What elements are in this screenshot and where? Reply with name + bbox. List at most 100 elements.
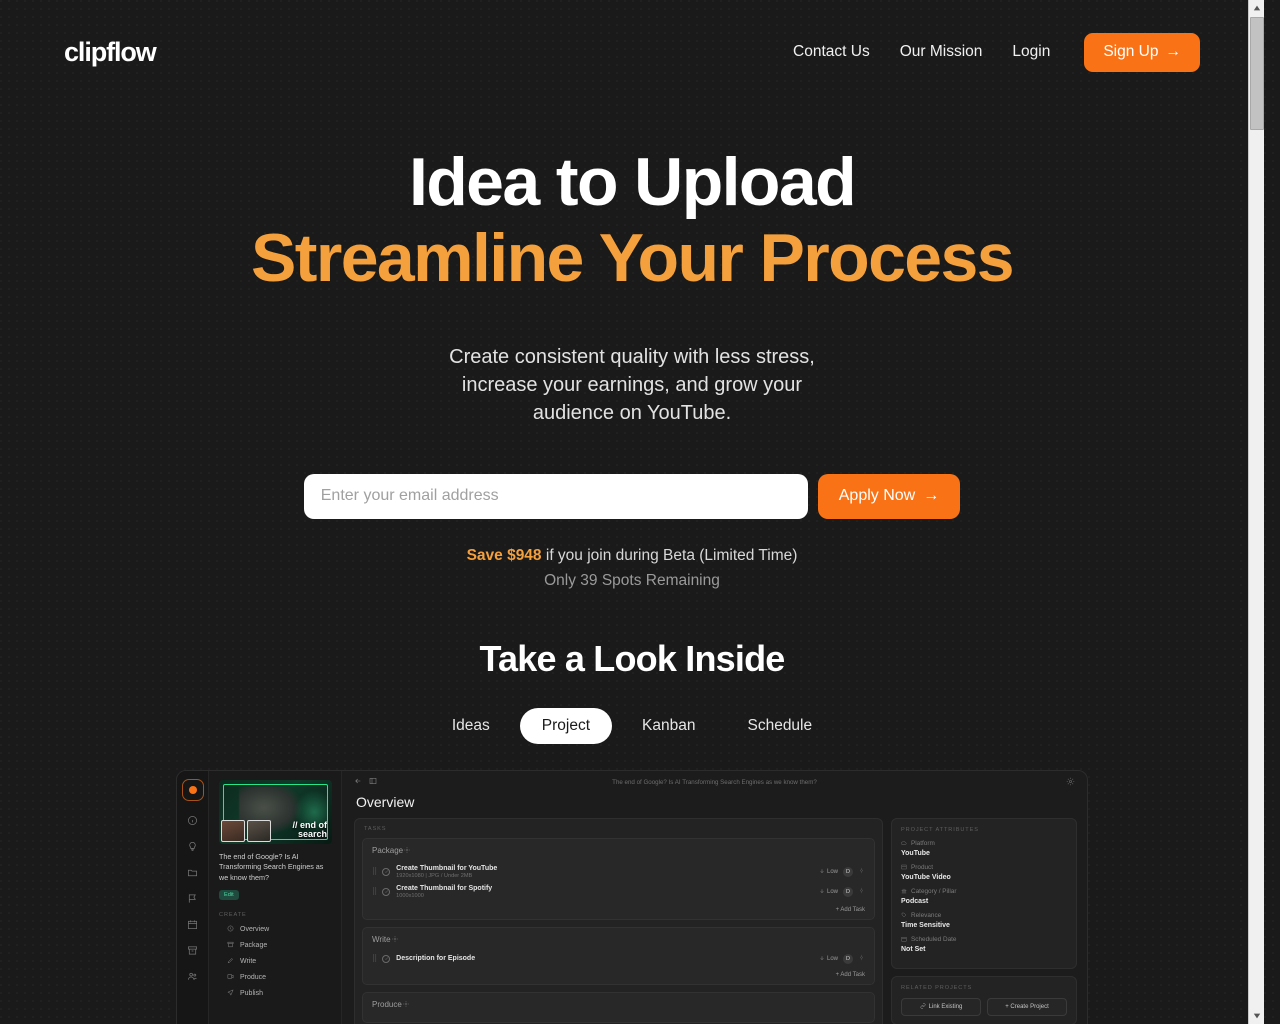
flag-icon[interactable] bbox=[186, 892, 199, 905]
nav-link-contact-us[interactable]: Contact Us bbox=[793, 43, 870, 61]
link-existing-button[interactable]: Link Existing bbox=[901, 997, 981, 1016]
tab-kanban[interactable]: Kanban bbox=[620, 708, 717, 744]
attribute-platform[interactable]: Platform YouTube bbox=[901, 840, 1067, 857]
calendar-icon[interactable] bbox=[186, 918, 199, 931]
link-existing-label: Link Existing bbox=[928, 1003, 963, 1010]
task-group-produce: Produce bbox=[362, 991, 875, 1023]
task-settings-icon[interactable] bbox=[858, 954, 865, 963]
tag-icon bbox=[901, 912, 907, 920]
avatar[interactable]: D bbox=[843, 953, 853, 964]
attribute-key: Relevance bbox=[901, 912, 1067, 920]
task-row[interactable]: ⣿ Create Thumbnail for YouTube 1920x1080… bbox=[363, 862, 874, 882]
sidebar-item-publish[interactable]: Publish bbox=[227, 989, 331, 998]
task-checkbox[interactable] bbox=[382, 867, 391, 876]
attribute-value: Podcast bbox=[901, 897, 929, 905]
archive-icon[interactable] bbox=[186, 944, 199, 957]
avatar bbox=[221, 819, 245, 842]
sidebar-item-label: Overview bbox=[240, 925, 270, 933]
signup-form: Apply Now → bbox=[0, 473, 1264, 519]
add-task-button[interactable]: + Add Task bbox=[363, 902, 874, 913]
folder-icon[interactable] bbox=[186, 866, 199, 879]
priority-badge[interactable]: Low bbox=[819, 868, 838, 876]
look-inside-title: Take a Look Inside bbox=[479, 637, 785, 679]
group-settings-icon[interactable] bbox=[402, 1000, 410, 1010]
project-thumbnail[interactable]: // end of search bbox=[219, 779, 332, 844]
back-arrow-icon[interactable] bbox=[354, 777, 362, 787]
attribute-key: Product bbox=[901, 864, 1067, 872]
group-settings-icon[interactable] bbox=[391, 935, 399, 945]
clipflow-dot-icon[interactable] bbox=[181, 778, 204, 801]
task-settings-icon[interactable] bbox=[858, 887, 865, 896]
priority-label: Low bbox=[826, 868, 838, 875]
save-amount: Save $948 bbox=[466, 546, 542, 564]
related-projects-caption: RELATED PROJECTS bbox=[901, 984, 973, 991]
group-settings-icon[interactable] bbox=[403, 846, 411, 856]
arrow-right-icon: → bbox=[923, 487, 940, 504]
task-row-controls: Low D bbox=[819, 886, 865, 897]
task-group-header: Produce bbox=[363, 1000, 874, 1016]
attribute-value: YouTube bbox=[901, 849, 930, 857]
create-project-button[interactable]: + Create Project bbox=[987, 997, 1067, 1016]
priority-badge[interactable]: Low bbox=[819, 955, 838, 963]
scroll-up-button[interactable] bbox=[1249, 0, 1264, 16]
lightbulb-icon[interactable] bbox=[186, 840, 199, 853]
nav-link-login[interactable]: Login bbox=[1012, 43, 1050, 61]
hero-title-line2: Streamline Your Process bbox=[251, 219, 1015, 296]
sidebar-item-package[interactable]: Package bbox=[227, 941, 331, 950]
sidebar-item-write[interactable]: Write bbox=[227, 957, 331, 966]
page-viewport: clipflow Contact Us Our Mission Login Si… bbox=[0, 0, 1264, 1024]
email-input[interactable] bbox=[303, 473, 808, 519]
attribute-scheduled-date[interactable]: Scheduled Date Not Set bbox=[901, 936, 1067, 953]
tab-ideas[interactable]: Ideas bbox=[430, 708, 512, 744]
tab-schedule[interactable]: Schedule bbox=[725, 708, 834, 744]
sidebar-item-label: Publish bbox=[240, 989, 263, 997]
priority-badge[interactable]: Low bbox=[819, 888, 838, 896]
page-scrollbar[interactable] bbox=[1248, 0, 1264, 1024]
beta-savings-text: Save $948 if you join during Beta (Limit… bbox=[0, 547, 1264, 565]
avatar[interactable]: D bbox=[843, 886, 853, 897]
avatar[interactable]: D bbox=[843, 866, 853, 877]
settings-gear-icon[interactable] bbox=[1066, 777, 1075, 788]
sidebar-item-overview[interactable]: Overview bbox=[227, 925, 331, 934]
tab-project[interactable]: Project bbox=[519, 707, 613, 744]
drag-handle-icon[interactable]: ⣿ bbox=[372, 888, 377, 895]
scroll-down-button[interactable] bbox=[1249, 1008, 1264, 1024]
team-icon[interactable] bbox=[186, 970, 199, 983]
brand-logo[interactable]: clipflow bbox=[64, 38, 157, 66]
priority-label: Low bbox=[826, 955, 838, 962]
drag-handle-icon[interactable]: ⣿ bbox=[372, 955, 377, 962]
attribute-product[interactable]: Product YouTube Video bbox=[901, 864, 1067, 881]
task-checkbox[interactable] bbox=[382, 954, 391, 963]
panel-toggle-icon[interactable] bbox=[369, 777, 377, 787]
attribute-relevance[interactable]: Relevance Time Sensitive bbox=[901, 912, 1067, 929]
attribute-category-pillar[interactable]: Category / Pillar Podcast bbox=[901, 888, 1067, 905]
hero-subtitle: Create consistent quality with less stre… bbox=[0, 343, 1264, 427]
hero-subtitle-line3: audience on YouTube. bbox=[532, 401, 732, 424]
hero-heading: Idea to Upload Streamline Your Process bbox=[0, 146, 1264, 295]
project-attributes-panel: PROJECT ATTRIBUTES Platform YouTube Prod… bbox=[891, 817, 1077, 969]
task-text: Create Thumbnail for YouTube 1920x1080 |… bbox=[396, 865, 497, 879]
apply-now-label: Apply Now bbox=[838, 487, 916, 504]
attribute-key-label: Category / Pillar bbox=[911, 888, 957, 895]
info-icon[interactable] bbox=[186, 814, 199, 827]
task-row[interactable]: ⣿ Description for Episode Low D bbox=[363, 951, 874, 967]
task-name: Description for Episode bbox=[396, 955, 476, 962]
drag-handle-icon[interactable]: ⣿ bbox=[372, 868, 377, 875]
attribute-key-label: Platform bbox=[911, 840, 935, 847]
task-checkbox[interactable] bbox=[382, 887, 391, 896]
edit-badge[interactable]: Edit bbox=[219, 889, 239, 900]
project-title: The end of Google? Is AI Transforming Se… bbox=[219, 851, 324, 883]
nav-link-our-mission[interactable]: Our Mission bbox=[900, 43, 983, 61]
scrollbar-thumb[interactable] bbox=[1250, 17, 1264, 130]
app-main-column: The end of Google? Is AI Transforming Se… bbox=[342, 771, 1087, 1024]
task-name: Create Thumbnail for YouTube bbox=[396, 864, 498, 872]
task-row[interactable]: ⣿ Create Thumbnail for Spotify 1000x1000 bbox=[363, 882, 874, 902]
main-nav: Contact Us Our Mission Login Sign Up → bbox=[793, 32, 1200, 72]
task-settings-icon[interactable] bbox=[858, 867, 865, 876]
add-task-button[interactable]: + Add Task bbox=[363, 967, 874, 978]
apply-now-button[interactable]: Apply Now → bbox=[817, 473, 961, 519]
app-icon-rail bbox=[177, 770, 209, 1024]
attribute-key: Platform bbox=[901, 840, 1067, 848]
sign-up-button[interactable]: Sign Up → bbox=[1084, 32, 1200, 72]
sidebar-item-produce[interactable]: Produce bbox=[227, 973, 331, 982]
